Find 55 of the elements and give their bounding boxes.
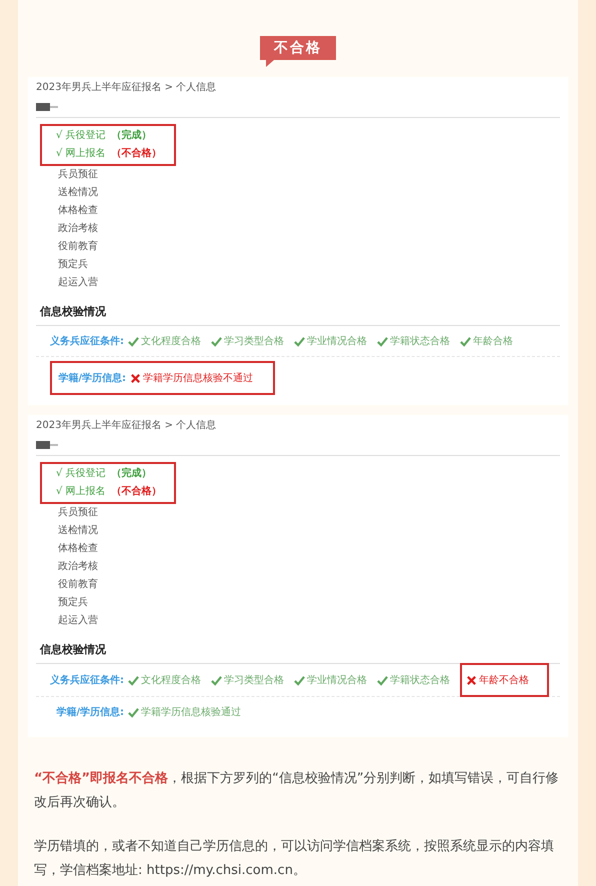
- step-item: 兵员预征: [57, 168, 99, 182]
- check-icon: [294, 674, 305, 686]
- check-result: 学籍状态合格: [377, 334, 450, 348]
- check-icon: [128, 336, 139, 346]
- cross-icon: [466, 674, 477, 686]
- step-item: √ 网上报名 （不合格）: [56, 484, 162, 499]
- step-item: 体格检查: [57, 204, 99, 218]
- check-icon: [460, 336, 471, 346]
- check-result: 学籍学历信息核验不通过: [130, 371, 253, 385]
- check-icon: [377, 336, 388, 346]
- step-item: 起运入营: [57, 276, 99, 290]
- step-item: 起运入营: [57, 614, 99, 628]
- step-item: √ 网上报名 （不合格）: [56, 146, 162, 161]
- check-icon: [128, 706, 139, 718]
- check-label: 学籍/学历信息:: [57, 372, 127, 385]
- breadcrumb: 2023年男兵上半年应征报名 > 个人信息: [36, 419, 218, 433]
- check-icon: [377, 674, 388, 686]
- check-label: 义务兵应征条件:: [49, 334, 125, 348]
- cross-icon: [130, 372, 141, 384]
- section-title: 信息校验情况: [36, 296, 560, 326]
- check-icon: [211, 674, 222, 686]
- check-label: 义务兵应征条件:: [49, 673, 125, 687]
- check-result: 学籍学历信息核验通过: [128, 705, 241, 719]
- check-label: 学籍/学历信息:: [55, 706, 125, 719]
- redacted-name: [36, 102, 60, 110]
- check-icon: [211, 336, 222, 346]
- step-item: 政治考核: [57, 222, 99, 236]
- step-item: 役前教育: [57, 578, 99, 592]
- step-item: 送检情况: [57, 186, 99, 200]
- breadcrumb: 2023年男兵上半年应征报名 > 个人信息: [36, 81, 218, 95]
- check-result: 学业情况合格: [294, 334, 367, 348]
- step-item: √ 兵役登记 （完成）: [56, 128, 153, 143]
- check-icon: [294, 336, 305, 346]
- check-result: 学习类型合格: [211, 673, 284, 687]
- check-result: 学习类型合格: [211, 334, 284, 348]
- check-result: 文化程度合格: [128, 673, 201, 687]
- step-item: 役前教育: [57, 240, 99, 254]
- redacted-name: [36, 440, 60, 448]
- step-item: 预定兵: [57, 258, 89, 272]
- step-item: 政治考核: [57, 560, 99, 574]
- paragraph: “不合格”即报名不合格，根据下方罗列的“信息校验情况”分别判断，如填写错误，可自行修改后再次确认。: [34, 770, 560, 812]
- step-item: 送检情况: [57, 524, 99, 538]
- step-item: √ 兵役登记 （完成）: [56, 466, 153, 481]
- step-item: 预定兵: [57, 596, 89, 610]
- step-item: 兵员预征: [57, 506, 99, 520]
- check-result: 年龄不合格: [460, 663, 549, 697]
- step-item: 体格检查: [57, 542, 99, 556]
- check-result: 学业情况合格: [294, 673, 367, 687]
- check-result: 文化程度合格: [128, 334, 201, 348]
- check-result: 年龄合格: [460, 334, 513, 348]
- check-result: 学籍状态合格: [377, 673, 450, 687]
- paragraph: 学历错填的，或者不知道自己学历信息的，可以访问学信档案系统，按照系统显示的内容填写，学信档案地址: https://my.chsi.com.cn。: [34, 838, 555, 880]
- status-banner: 不合格: [260, 36, 336, 67]
- section-title: 信息校验情况: [36, 634, 560, 664]
- check-icon: [128, 674, 139, 686]
